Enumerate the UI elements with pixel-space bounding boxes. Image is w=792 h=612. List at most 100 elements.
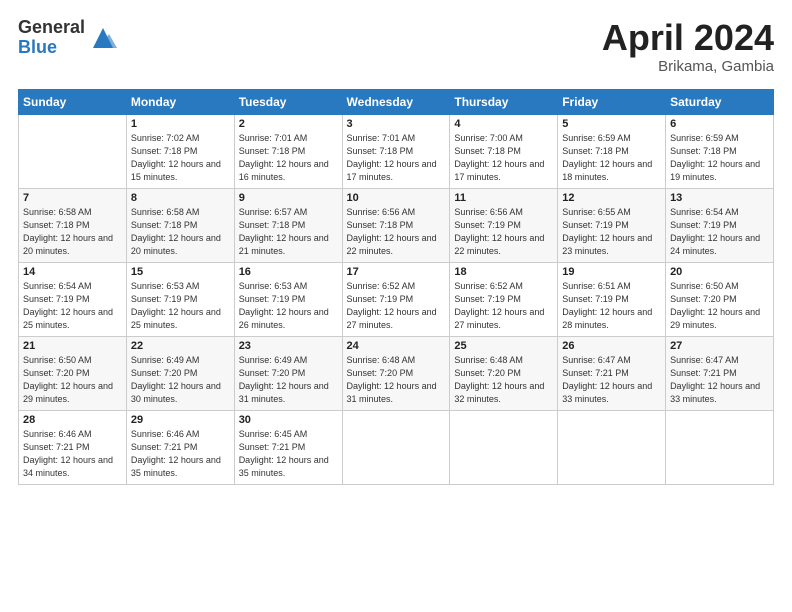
table-row: 25 Sunrise: 6:48 AMSunset: 7:20 PMDaylig… — [450, 336, 558, 410]
page: General Blue April 2024 Brikama, Gambia … — [0, 0, 792, 612]
day-number: 9 — [239, 192, 338, 204]
day-info: Sunrise: 6:51 AMSunset: 7:19 PMDaylight:… — [562, 281, 652, 330]
table-row — [450, 410, 558, 484]
day-number: 1 — [131, 118, 230, 130]
logo-text: General Blue — [18, 18, 85, 58]
title-month: April 2024 — [602, 18, 774, 58]
header: General Blue April 2024 Brikama, Gambia — [18, 18, 774, 75]
table-row: 19 Sunrise: 6:51 AMSunset: 7:19 PMDaylig… — [558, 262, 666, 336]
table-row: 11 Sunrise: 6:56 AMSunset: 7:19 PMDaylig… — [450, 188, 558, 262]
day-info: Sunrise: 6:55 AMSunset: 7:19 PMDaylight:… — [562, 207, 652, 256]
table-row: 9 Sunrise: 6:57 AMSunset: 7:18 PMDayligh… — [234, 188, 342, 262]
logo-icon — [89, 24, 117, 52]
day-number: 18 — [454, 266, 553, 278]
day-info: Sunrise: 6:56 AMSunset: 7:19 PMDaylight:… — [454, 207, 544, 256]
calendar-week-0: 1 Sunrise: 7:02 AMSunset: 7:18 PMDayligh… — [19, 114, 774, 188]
day-number: 8 — [131, 192, 230, 204]
day-number: 20 — [670, 266, 769, 278]
day-info: Sunrise: 6:57 AMSunset: 7:18 PMDaylight:… — [239, 207, 329, 256]
day-number: 26 — [562, 340, 661, 352]
day-info: Sunrise: 6:58 AMSunset: 7:18 PMDaylight:… — [23, 207, 113, 256]
day-number: 3 — [347, 118, 446, 130]
table-row: 30 Sunrise: 6:45 AMSunset: 7:21 PMDaylig… — [234, 410, 342, 484]
day-number: 4 — [454, 118, 553, 130]
header-row: Sunday Monday Tuesday Wednesday Thursday… — [19, 89, 774, 114]
day-info: Sunrise: 6:50 AMSunset: 7:20 PMDaylight:… — [23, 355, 113, 404]
day-info: Sunrise: 6:59 AMSunset: 7:18 PMDaylight:… — [670, 133, 760, 182]
table-row: 4 Sunrise: 7:00 AMSunset: 7:18 PMDayligh… — [450, 114, 558, 188]
day-number: 19 — [562, 266, 661, 278]
table-row: 29 Sunrise: 6:46 AMSunset: 7:21 PMDaylig… — [126, 410, 234, 484]
day-info: Sunrise: 6:50 AMSunset: 7:20 PMDaylight:… — [670, 281, 760, 330]
day-number: 12 — [562, 192, 661, 204]
day-info: Sunrise: 6:47 AMSunset: 7:21 PMDaylight:… — [562, 355, 652, 404]
table-row — [558, 410, 666, 484]
title-block: April 2024 Brikama, Gambia — [602, 18, 774, 75]
table-row: 12 Sunrise: 6:55 AMSunset: 7:19 PMDaylig… — [558, 188, 666, 262]
table-row: 17 Sunrise: 6:52 AMSunset: 7:19 PMDaylig… — [342, 262, 450, 336]
day-info: Sunrise: 6:56 AMSunset: 7:18 PMDaylight:… — [347, 207, 437, 256]
day-info: Sunrise: 6:54 AMSunset: 7:19 PMDaylight:… — [670, 207, 760, 256]
calendar-week-3: 21 Sunrise: 6:50 AMSunset: 7:20 PMDaylig… — [19, 336, 774, 410]
day-info: Sunrise: 7:00 AMSunset: 7:18 PMDaylight:… — [454, 133, 544, 182]
day-number: 28 — [23, 414, 122, 426]
day-number: 14 — [23, 266, 122, 278]
table-row: 24 Sunrise: 6:48 AMSunset: 7:20 PMDaylig… — [342, 336, 450, 410]
day-info: Sunrise: 6:53 AMSunset: 7:19 PMDaylight:… — [239, 281, 329, 330]
day-number: 5 — [562, 118, 661, 130]
table-row — [19, 114, 127, 188]
day-info: Sunrise: 6:58 AMSunset: 7:18 PMDaylight:… — [131, 207, 221, 256]
table-row: 8 Sunrise: 6:58 AMSunset: 7:18 PMDayligh… — [126, 188, 234, 262]
day-number: 22 — [131, 340, 230, 352]
table-row: 6 Sunrise: 6:59 AMSunset: 7:18 PMDayligh… — [666, 114, 774, 188]
table-row: 3 Sunrise: 7:01 AMSunset: 7:18 PMDayligh… — [342, 114, 450, 188]
day-number: 27 — [670, 340, 769, 352]
day-number: 7 — [23, 192, 122, 204]
day-info: Sunrise: 6:49 AMSunset: 7:20 PMDaylight:… — [239, 355, 329, 404]
day-number: 6 — [670, 118, 769, 130]
day-number: 13 — [670, 192, 769, 204]
table-row: 26 Sunrise: 6:47 AMSunset: 7:21 PMDaylig… — [558, 336, 666, 410]
table-row: 1 Sunrise: 7:02 AMSunset: 7:18 PMDayligh… — [126, 114, 234, 188]
day-number: 10 — [347, 192, 446, 204]
day-info: Sunrise: 6:46 AMSunset: 7:21 PMDaylight:… — [23, 429, 113, 478]
day-number: 21 — [23, 340, 122, 352]
table-row: 21 Sunrise: 6:50 AMSunset: 7:20 PMDaylig… — [19, 336, 127, 410]
day-info: Sunrise: 6:52 AMSunset: 7:19 PMDaylight:… — [454, 281, 544, 330]
table-row: 27 Sunrise: 6:47 AMSunset: 7:21 PMDaylig… — [666, 336, 774, 410]
day-info: Sunrise: 6:59 AMSunset: 7:18 PMDaylight:… — [562, 133, 652, 182]
day-number: 29 — [131, 414, 230, 426]
day-info: Sunrise: 7:02 AMSunset: 7:18 PMDaylight:… — [131, 133, 221, 182]
table-row: 18 Sunrise: 6:52 AMSunset: 7:19 PMDaylig… — [450, 262, 558, 336]
table-row — [666, 410, 774, 484]
day-number: 24 — [347, 340, 446, 352]
day-info: Sunrise: 6:52 AMSunset: 7:19 PMDaylight:… — [347, 281, 437, 330]
calendar-week-2: 14 Sunrise: 6:54 AMSunset: 7:19 PMDaylig… — [19, 262, 774, 336]
logo: General Blue — [18, 18, 117, 58]
table-row: 7 Sunrise: 6:58 AMSunset: 7:18 PMDayligh… — [19, 188, 127, 262]
day-number: 2 — [239, 118, 338, 130]
day-info: Sunrise: 6:46 AMSunset: 7:21 PMDaylight:… — [131, 429, 221, 478]
day-number: 23 — [239, 340, 338, 352]
col-monday: Monday — [126, 89, 234, 114]
table-row: 28 Sunrise: 6:46 AMSunset: 7:21 PMDaylig… — [19, 410, 127, 484]
table-row: 5 Sunrise: 6:59 AMSunset: 7:18 PMDayligh… — [558, 114, 666, 188]
table-row: 20 Sunrise: 6:50 AMSunset: 7:20 PMDaylig… — [666, 262, 774, 336]
day-info: Sunrise: 6:47 AMSunset: 7:21 PMDaylight:… — [670, 355, 760, 404]
day-info: Sunrise: 7:01 AMSunset: 7:18 PMDaylight:… — [347, 133, 437, 182]
day-number: 30 — [239, 414, 338, 426]
calendar-week-4: 28 Sunrise: 6:46 AMSunset: 7:21 PMDaylig… — [19, 410, 774, 484]
day-number: 15 — [131, 266, 230, 278]
day-info: Sunrise: 6:45 AMSunset: 7:21 PMDaylight:… — [239, 429, 329, 478]
table-row: 2 Sunrise: 7:01 AMSunset: 7:18 PMDayligh… — [234, 114, 342, 188]
table-row: 22 Sunrise: 6:49 AMSunset: 7:20 PMDaylig… — [126, 336, 234, 410]
day-number: 11 — [454, 192, 553, 204]
col-saturday: Saturday — [666, 89, 774, 114]
day-info: Sunrise: 6:53 AMSunset: 7:19 PMDaylight:… — [131, 281, 221, 330]
table-row: 10 Sunrise: 6:56 AMSunset: 7:18 PMDaylig… — [342, 188, 450, 262]
day-info: Sunrise: 6:49 AMSunset: 7:20 PMDaylight:… — [131, 355, 221, 404]
calendar-table: Sunday Monday Tuesday Wednesday Thursday… — [18, 89, 774, 485]
col-thursday: Thursday — [450, 89, 558, 114]
day-number: 16 — [239, 266, 338, 278]
col-sunday: Sunday — [19, 89, 127, 114]
